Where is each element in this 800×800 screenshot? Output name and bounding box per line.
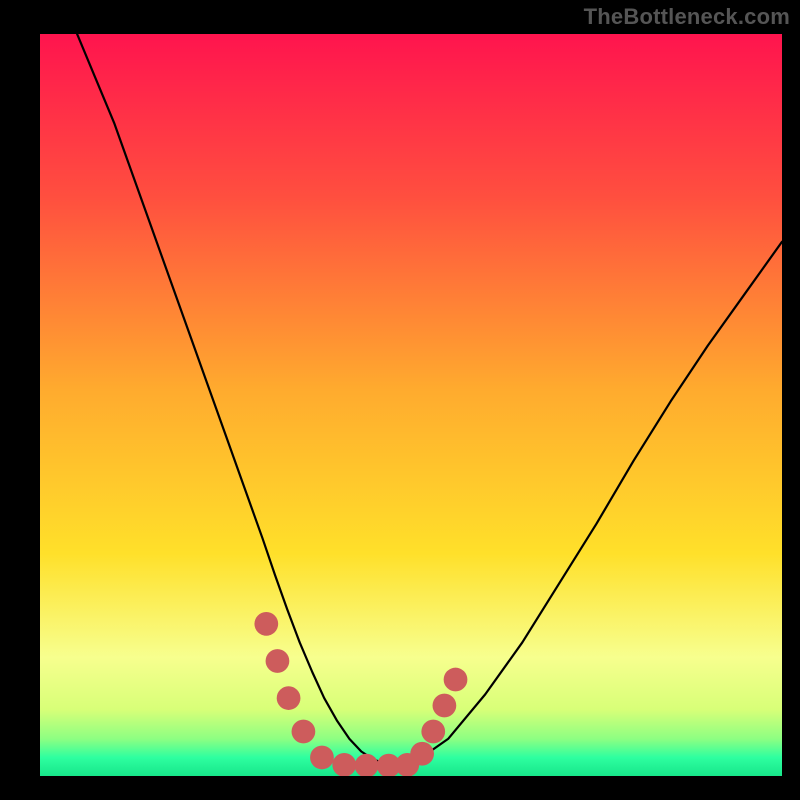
curve-marker-3 — [292, 720, 316, 744]
curve-marker-0 — [254, 612, 278, 636]
curve-marker-10 — [421, 720, 445, 744]
watermark-text: TheBottleneck.com — [584, 4, 790, 30]
curve-marker-2 — [277, 686, 301, 710]
curve-marker-11 — [433, 694, 457, 718]
plot-area — [40, 34, 782, 776]
curve-marker-9 — [410, 742, 434, 766]
curve-marker-5 — [332, 753, 356, 776]
gradient-background — [40, 34, 782, 776]
bottleneck-chart — [40, 34, 782, 776]
curve-marker-4 — [310, 746, 334, 770]
curve-marker-12 — [444, 668, 468, 692]
curve-marker-1 — [266, 649, 290, 673]
chart-frame: TheBottleneck.com — [0, 0, 800, 800]
